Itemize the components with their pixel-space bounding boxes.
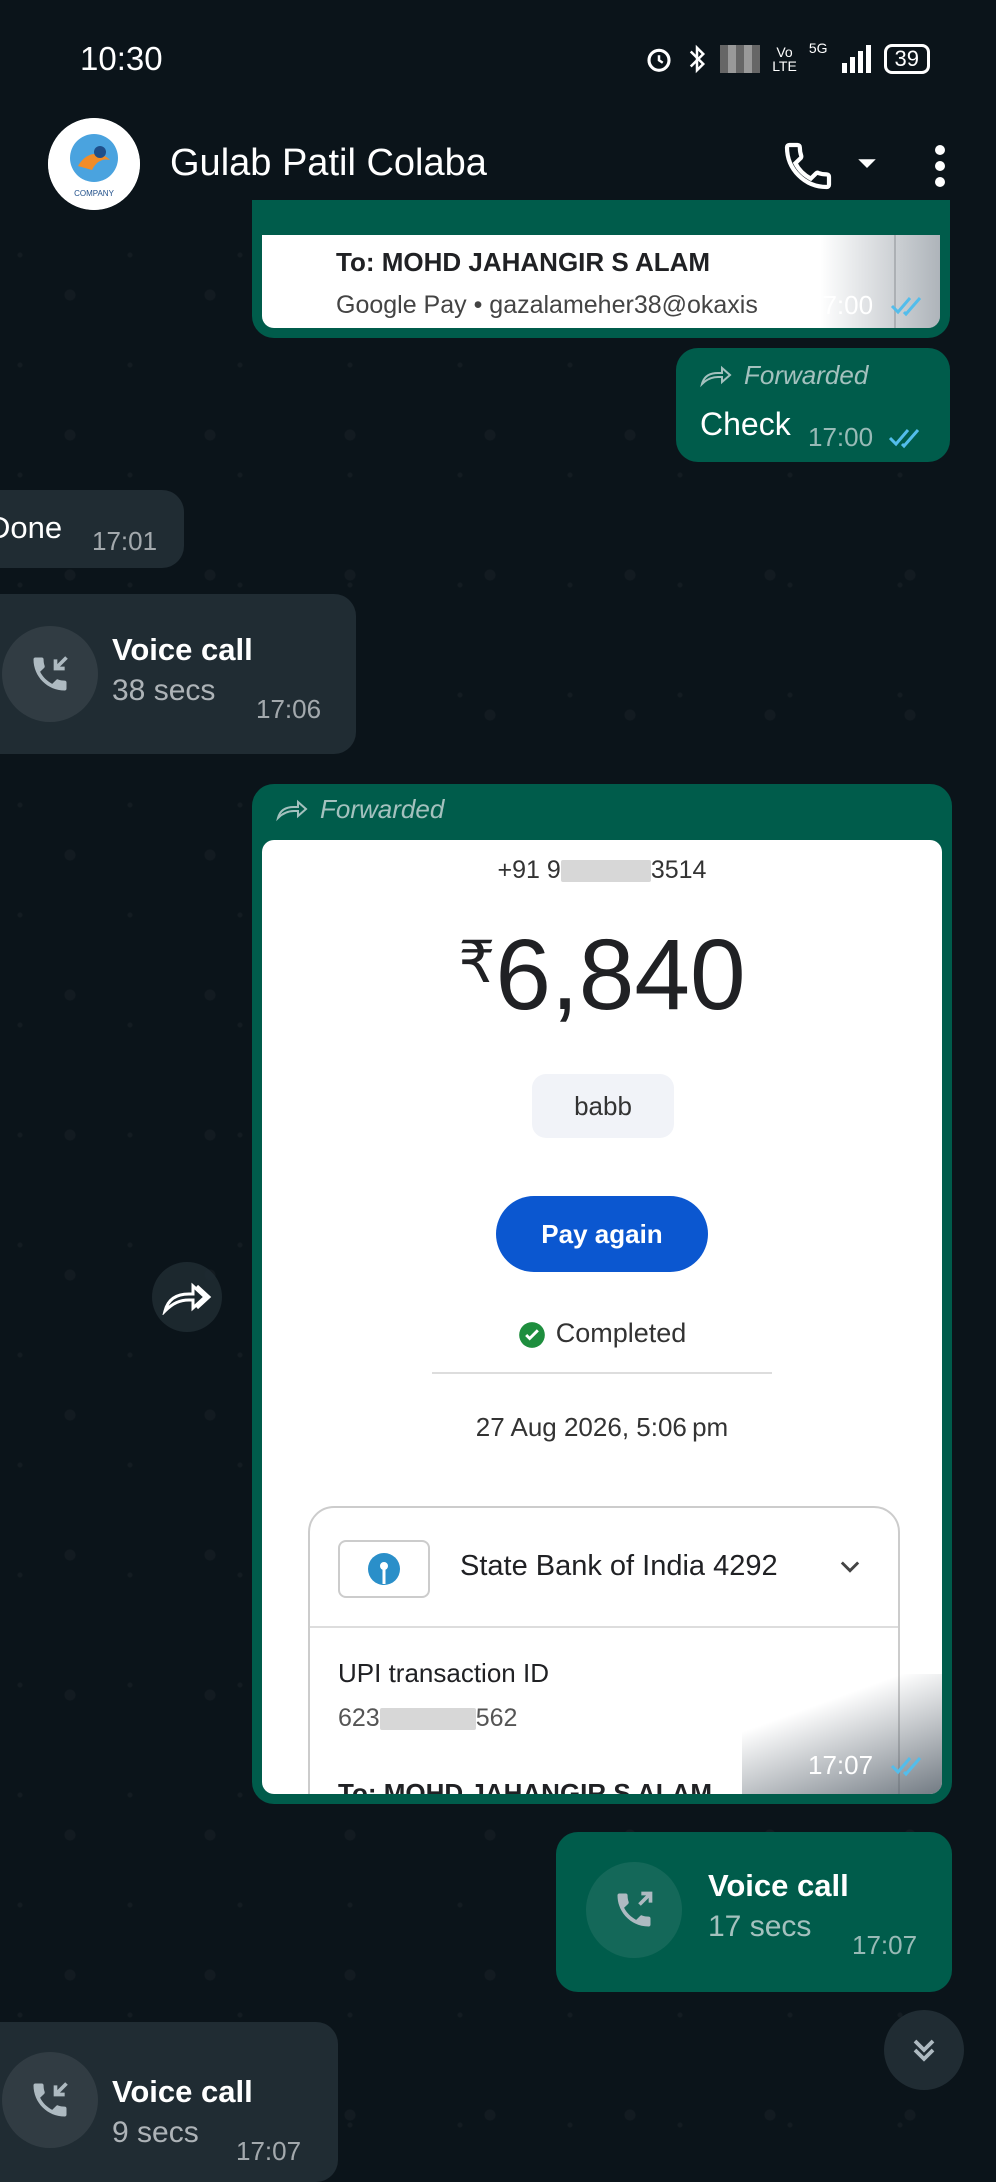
network-label: 5G [808,40,828,56]
call-options-dropdown[interactable] [852,148,882,178]
forwarded-text: Forwarded [320,794,445,824]
recipient-line: To: MOHD JAHANGIR S ALAM [338,1778,713,1794]
message-time: 17:07 [808,1750,874,1780]
signal-icon [841,45,871,73]
message-time: 17:01 [92,526,158,556]
contact-name[interactable]: Gulab Patil Colaba [170,142,487,185]
forwarded-label: Forwarded [698,360,868,391]
upi-label: UPI transaction ID [338,1658,549,1688]
payee-phone: +91 9 3514 [262,856,942,885]
call-duration: 38 secs [112,674,216,707]
redacted-digits [379,1708,476,1731]
forwarded-text: Forwarded [744,360,869,390]
upi-id-suffix: 562 [475,1704,518,1732]
bank-name: State Bank of India 4292 [460,1550,778,1582]
bank-logo [338,1540,430,1598]
status-row: Completed [262,1318,942,1349]
avatar-caption: COMPANY [74,189,115,198]
blurred-status-icon [720,45,761,73]
call-duration: 9 secs [112,2116,199,2149]
message-time: 17:00 [808,290,874,320]
transaction-datetime: 27 Aug 2026, 5:06 pm [475,1412,729,1442]
message-incoming-text[interactable]: Done 17:01 [0,490,184,568]
pay-again-button[interactable]: Pay again [496,1196,708,1272]
phone-suffix: 3514 [650,856,707,884]
incoming-call-icon [33,2082,68,2117]
redacted-digits [560,860,651,883]
voice-call-outgoing[interactable]: Voice call 17 secs 17:07 [556,1832,952,1992]
payment-receipt-image[interactable]: +91 9 3514 ₹6,840 babb Pay again Complete… [262,840,942,1794]
call-duration: 17 secs [708,1910,812,1943]
payment-note: babb [532,1074,674,1138]
message-time: 17:00 [808,422,874,452]
status-icons: Vo LTE 5G 39 [644,40,930,78]
outgoing-call-icon [617,1891,653,1927]
status-time: 10:30 [80,40,163,77]
volte-icon: Vo LTE [772,44,797,74]
recipient-line: To: MOHD JAHANGIR S ALAM [336,247,711,277]
call-icon-circle [2,2052,98,2148]
message-image-partial[interactable]: To: MOHD JAHANGIR S ALAM Google Pay • ga… [252,200,950,338]
status-bar: 10:30 Vo LTE 5G 39 [0,0,996,118]
status-divider [432,1372,772,1374]
amount-value: 6,840 [495,919,746,1031]
message-text: Check [700,406,791,442]
double-chevron-down-icon [913,2039,935,2062]
read-receipt-icon [890,1757,922,1777]
bank-row[interactable]: State Bank of India 4292 [310,1508,898,1628]
upi-transaction-id: 623 562 [338,1704,517,1733]
phone-icon [784,142,832,190]
avatar[interactable]: COMPANY [48,118,140,210]
sbi-logo-icon [368,1553,400,1585]
check-circle-icon [518,1322,545,1348]
message-time: 17:07 [852,1930,918,1960]
currency-symbol: ₹ [458,930,496,995]
message-text: Done [0,510,63,545]
more-options-button[interactable] [920,138,960,194]
payment-amount: ₹6,840 [262,918,942,1033]
incoming-call-icon [33,656,68,691]
company-logo: COMPANY [48,118,140,210]
message-forwarded-text[interactable]: Forwarded Check 17:00 [676,348,950,462]
call-title: Voice call [708,1868,849,1903]
forward-shortcut-button[interactable] [152,1262,222,1332]
upi-id-prefix: 623 [338,1704,380,1732]
voice-call-button[interactable] [780,138,836,194]
status-text: Completed [555,1318,687,1348]
call-icon-circle [2,626,98,722]
message-forwarded-image[interactable]: Forwarded +91 9 3514 ₹6,840 babb Pay agai… [252,784,952,1804]
phone-prefix: +91 9 [497,856,561,884]
bluetooth-icon [690,44,706,74]
kebab-menu-icon [935,145,945,187]
read-receipt-icon [890,297,922,317]
read-receipt-icon [888,429,920,449]
scroll-to-bottom-button[interactable] [884,2010,964,2090]
forward-arrow-icon [700,365,732,387]
forwarded-label: Forwarded [274,794,444,825]
voice-call-incoming[interactable]: Voice call 38 secs 17:06 [0,594,356,754]
caret-down-icon [858,159,876,168]
forward-arrow-icon [162,1282,212,1315]
call-title: Voice call [112,2074,253,2109]
voice-call-incoming[interactable]: Voice call 9 secs 17:07 [0,2022,338,2182]
message-time: 17:06 [256,694,322,724]
alarm-icon [647,48,671,72]
call-icon-circle [586,1862,682,1958]
message-time: 17:07 [236,2136,302,2166]
forward-arrow-icon [276,799,308,821]
call-title: Voice call [112,632,253,667]
chevron-down-icon[interactable] [836,1552,864,1580]
battery-indicator: 39 [883,44,930,74]
payment-via-line: Google Pay • gazalameher38@okaxis [336,291,758,319]
